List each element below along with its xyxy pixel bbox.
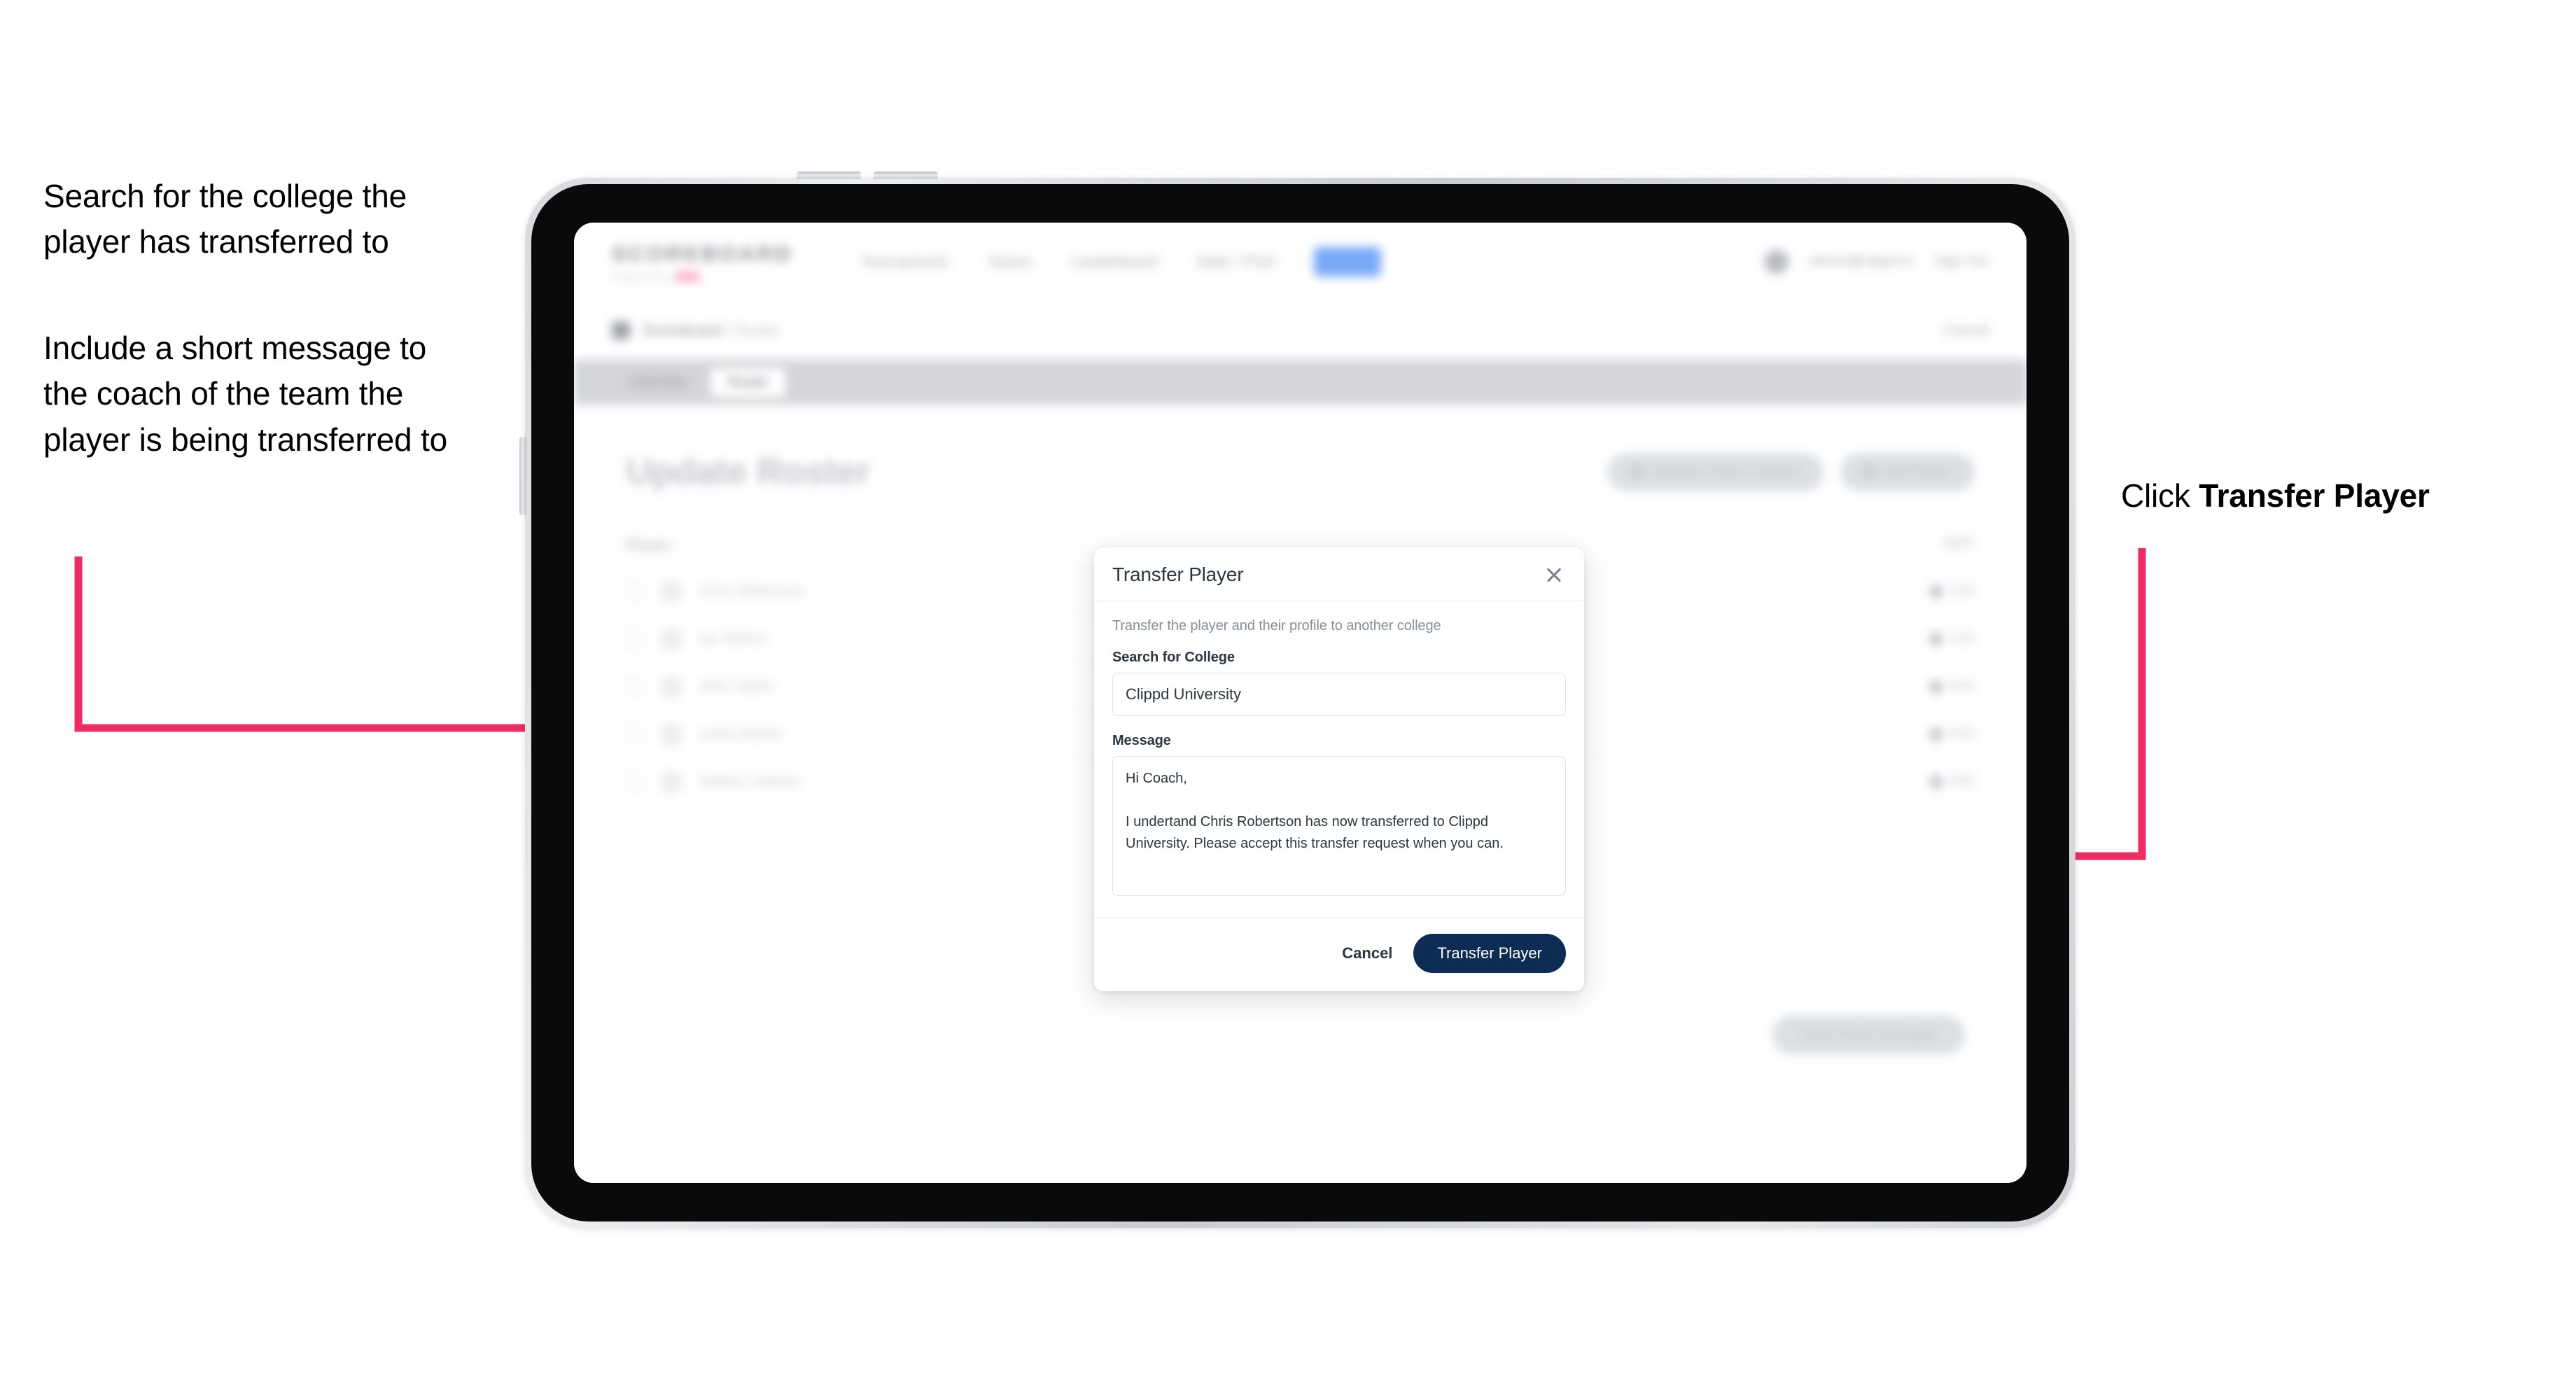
brand-subline: Powered by <box>612 272 793 282</box>
nav-item-teams[interactable]: Teams <box>987 253 1032 271</box>
nav-right-cluster: admin@clippd.io Sign Out <box>1765 249 1989 274</box>
transfer-player-dialog: Transfer Player Transfer the player and … <box>1094 547 1584 991</box>
nav-item-tournaments[interactable]: Tournaments <box>860 253 949 271</box>
message-label: Message <box>1112 733 1171 748</box>
player-name: Nathan Holmes <box>699 773 800 790</box>
tab-roster[interactable]: Roster <box>710 368 786 397</box>
search-college-input[interactable] <box>1112 673 1566 716</box>
roster-column-player: Player <box>626 536 673 554</box>
player-name: Chris Robertson <box>699 582 805 599</box>
pencil-icon <box>1926 582 1945 601</box>
annotation-search-college: Search for the college the player has tr… <box>43 178 407 260</box>
tab-strip: Overview Roster <box>574 360 2026 405</box>
grid-icon <box>612 321 630 340</box>
row-checkbox[interactable] <box>626 582 644 601</box>
nav-item-roster[interactable]: Roster <box>1313 246 1382 276</box>
tablet-device-mockup: SCOREBOARD Powered by Tournaments Teams … <box>519 172 2076 1228</box>
transfer-icon <box>1629 465 1642 478</box>
breadcrumb-cancel-link[interactable]: Cancel <box>1943 322 1989 339</box>
avatar <box>659 722 683 746</box>
breadcrumb-current: / Roster <box>722 321 780 339</box>
cancel-button[interactable]: Cancel <box>1339 939 1395 968</box>
add-player-button[interactable]: Add Player <box>1840 453 1975 491</box>
avatar <box>659 674 683 699</box>
volume-down-button[interactable] <box>874 172 938 179</box>
page-header-row: Update Roster Request Player Transfer Ad… <box>626 451 1975 493</box>
avatar[interactable] <box>1765 249 1789 274</box>
dialog-description: Transfer the player and their profile to… <box>1112 618 1441 634</box>
app-top-navigation: SCOREBOARD Powered by Tournaments Teams … <box>574 223 2026 301</box>
volume-up-button[interactable] <box>797 172 861 179</box>
dialog-title: Transfer Player <box>1112 564 1244 585</box>
brand-powered-by: Powered by <box>612 271 670 282</box>
nav-links: Tournaments Teams Leaderboard Stats / PG… <box>860 246 1382 276</box>
plus-icon <box>1863 465 1876 478</box>
pencil-icon <box>1926 772 1945 791</box>
player-name: Ian Wilson <box>699 630 768 647</box>
breadcrumb: Scoreboard / Roster <box>643 321 780 340</box>
annotation-include-message: Include a short message to the coach of … <box>43 330 447 458</box>
breadcrumb-bar: Scoreboard / Roster Cancel <box>574 301 2026 360</box>
save-team-changes-button[interactable]: Save Team Changes <box>1772 1015 1965 1054</box>
tab-overview[interactable]: Overview <box>612 368 704 397</box>
player-name: John Taylor <box>699 678 774 694</box>
nav-item-stats[interactable]: Stats / PGA <box>1196 253 1276 271</box>
row-checkbox[interactable] <box>626 677 644 696</box>
row-checkbox[interactable] <box>626 629 644 648</box>
pencil-icon <box>1926 724 1945 743</box>
edit-label: Edit <box>1950 774 1975 789</box>
add-player-label: Add Player <box>1884 463 1952 479</box>
page-title: Update Roster <box>626 451 870 492</box>
edit-player-link[interactable]: Edit <box>1926 582 1975 601</box>
edit-label: Edit <box>1950 583 1975 598</box>
dialog-header: Transfer Player <box>1094 547 1584 601</box>
annotation-click-prefix: Click <box>2121 477 2199 514</box>
pencil-icon <box>1926 677 1945 696</box>
avatar <box>659 769 683 794</box>
roster-column-edit: EDIT <box>1944 536 1975 551</box>
save-row: Save Team Changes <box>626 1015 1975 1054</box>
edit-player-link[interactable]: Edit <box>1926 629 1975 648</box>
avatar <box>659 626 683 651</box>
device-screen: SCOREBOARD Powered by Tournaments Teams … <box>574 223 2026 1183</box>
request-transfer-label: Request Player Transfer <box>1650 463 1802 479</box>
screenshot-canvas: Search for the college the player has tr… <box>0 0 2576 1386</box>
dialog-body: Transfer the player and their profile to… <box>1094 601 1584 918</box>
edit-label: Edit <box>1950 631 1975 646</box>
row-checkbox[interactable] <box>626 724 644 743</box>
nav-user-email: admin@clippd.io <box>1809 253 1914 269</box>
edit-player-link[interactable]: Edit <box>1926 677 1975 696</box>
brand-wordmark: SCOREBOARD <box>612 241 793 266</box>
search-college-label: Search for College <box>1112 650 1235 665</box>
transfer-player-button[interactable]: Transfer Player <box>1413 934 1566 973</box>
pencil-icon <box>1926 629 1945 648</box>
page-action-buttons: Request Player Transfer Add Player <box>1606 453 1975 491</box>
sign-out-link[interactable]: Sign Out <box>1934 253 1989 270</box>
edit-player-link[interactable]: Edit <box>1926 724 1975 743</box>
app-logo[interactable]: SCOREBOARD Powered by <box>612 241 793 282</box>
edit-label: Edit <box>1950 678 1975 694</box>
annotation-click-transfer: Click Transfer Player <box>2121 473 2555 519</box>
power-button[interactable] <box>519 437 526 515</box>
edit-label: Edit <box>1950 726 1975 741</box>
request-player-transfer-button[interactable]: Request Player Transfer <box>1606 453 1824 491</box>
brand-badge <box>675 272 699 281</box>
annotation-click-bold: Transfer Player <box>2199 477 2430 514</box>
dialog-footer: Cancel Transfer Player <box>1094 918 1584 991</box>
nav-item-leaderboard[interactable]: Leaderboard <box>1070 253 1158 271</box>
row-checkbox[interactable] <box>626 772 644 791</box>
player-name: Lewis Baxter <box>699 725 783 742</box>
breadcrumb-root[interactable]: Scoreboard <box>643 321 722 339</box>
close-icon[interactable] <box>1542 563 1566 587</box>
avatar <box>659 579 683 603</box>
message-textarea[interactable] <box>1112 756 1566 896</box>
edit-player-link[interactable]: Edit <box>1926 772 1975 791</box>
